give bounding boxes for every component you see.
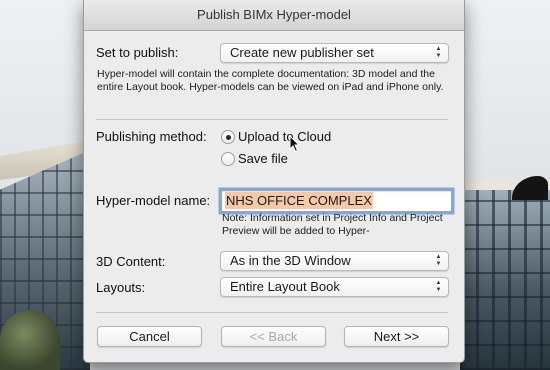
publishing-method-label: Publishing method: <box>96 129 207 144</box>
layouts-value: Entire Layout Book <box>230 279 340 294</box>
upload-to-cloud-label[interactable]: Upload to Cloud <box>238 129 331 144</box>
hyper-model-name-label: Hyper-model name: <box>96 193 211 208</box>
updown-arrows-icon: ▲ ▼ <box>435 254 442 267</box>
3d-content-dropdown[interactable]: As in the 3D Window ▲ ▼ <box>220 251 449 271</box>
updown-arrows-icon: ▲ ▼ <box>435 280 442 293</box>
3d-content-label: 3D Content: <box>96 254 166 269</box>
tree <box>0 310 60 370</box>
publish-set-dropdown[interactable]: Create new publisher set ▲ ▼ <box>220 43 449 63</box>
hyper-model-name-input[interactable]: NHS OFFICE COMPLEX <box>221 190 452 212</box>
publish-set-value: Create new publisher set <box>230 45 374 60</box>
updown-arrows-icon: ▲ ▼ <box>435 46 442 59</box>
dialog-title: Publish BIMx Hyper-model <box>84 0 464 31</box>
mouse-pointer-icon <box>289 135 301 153</box>
3d-content-value: As in the 3D Window <box>230 253 351 268</box>
layouts-label: Layouts: <box>96 280 146 295</box>
publish-dialog: Publish BIMx Hyper-model Set to publish:… <box>83 0 465 363</box>
divider <box>96 119 448 120</box>
radio-save-file[interactable] <box>221 152 235 166</box>
hyper-model-name-note: Note: Information set in Project Info an… <box>222 212 443 237</box>
hyper-model-description: Hyper-model will contain the complete do… <box>97 68 444 93</box>
building-right <box>460 190 550 370</box>
publish-set-label: Set to publish: <box>96 45 179 60</box>
radio-upload-to-cloud[interactable] <box>221 130 235 144</box>
radio-dot-icon <box>225 134 231 140</box>
back-button[interactable]: << Back <box>221 326 326 347</box>
divider <box>96 312 448 313</box>
hyper-model-name-value: NHS OFFICE COMPLEX <box>225 192 373 209</box>
save-file-label[interactable]: Save file <box>238 151 288 166</box>
cancel-button[interactable]: Cancel <box>97 326 202 347</box>
layouts-dropdown[interactable]: Entire Layout Book ▲ ▼ <box>220 277 449 297</box>
next-button[interactable]: Next >> <box>344 326 449 347</box>
